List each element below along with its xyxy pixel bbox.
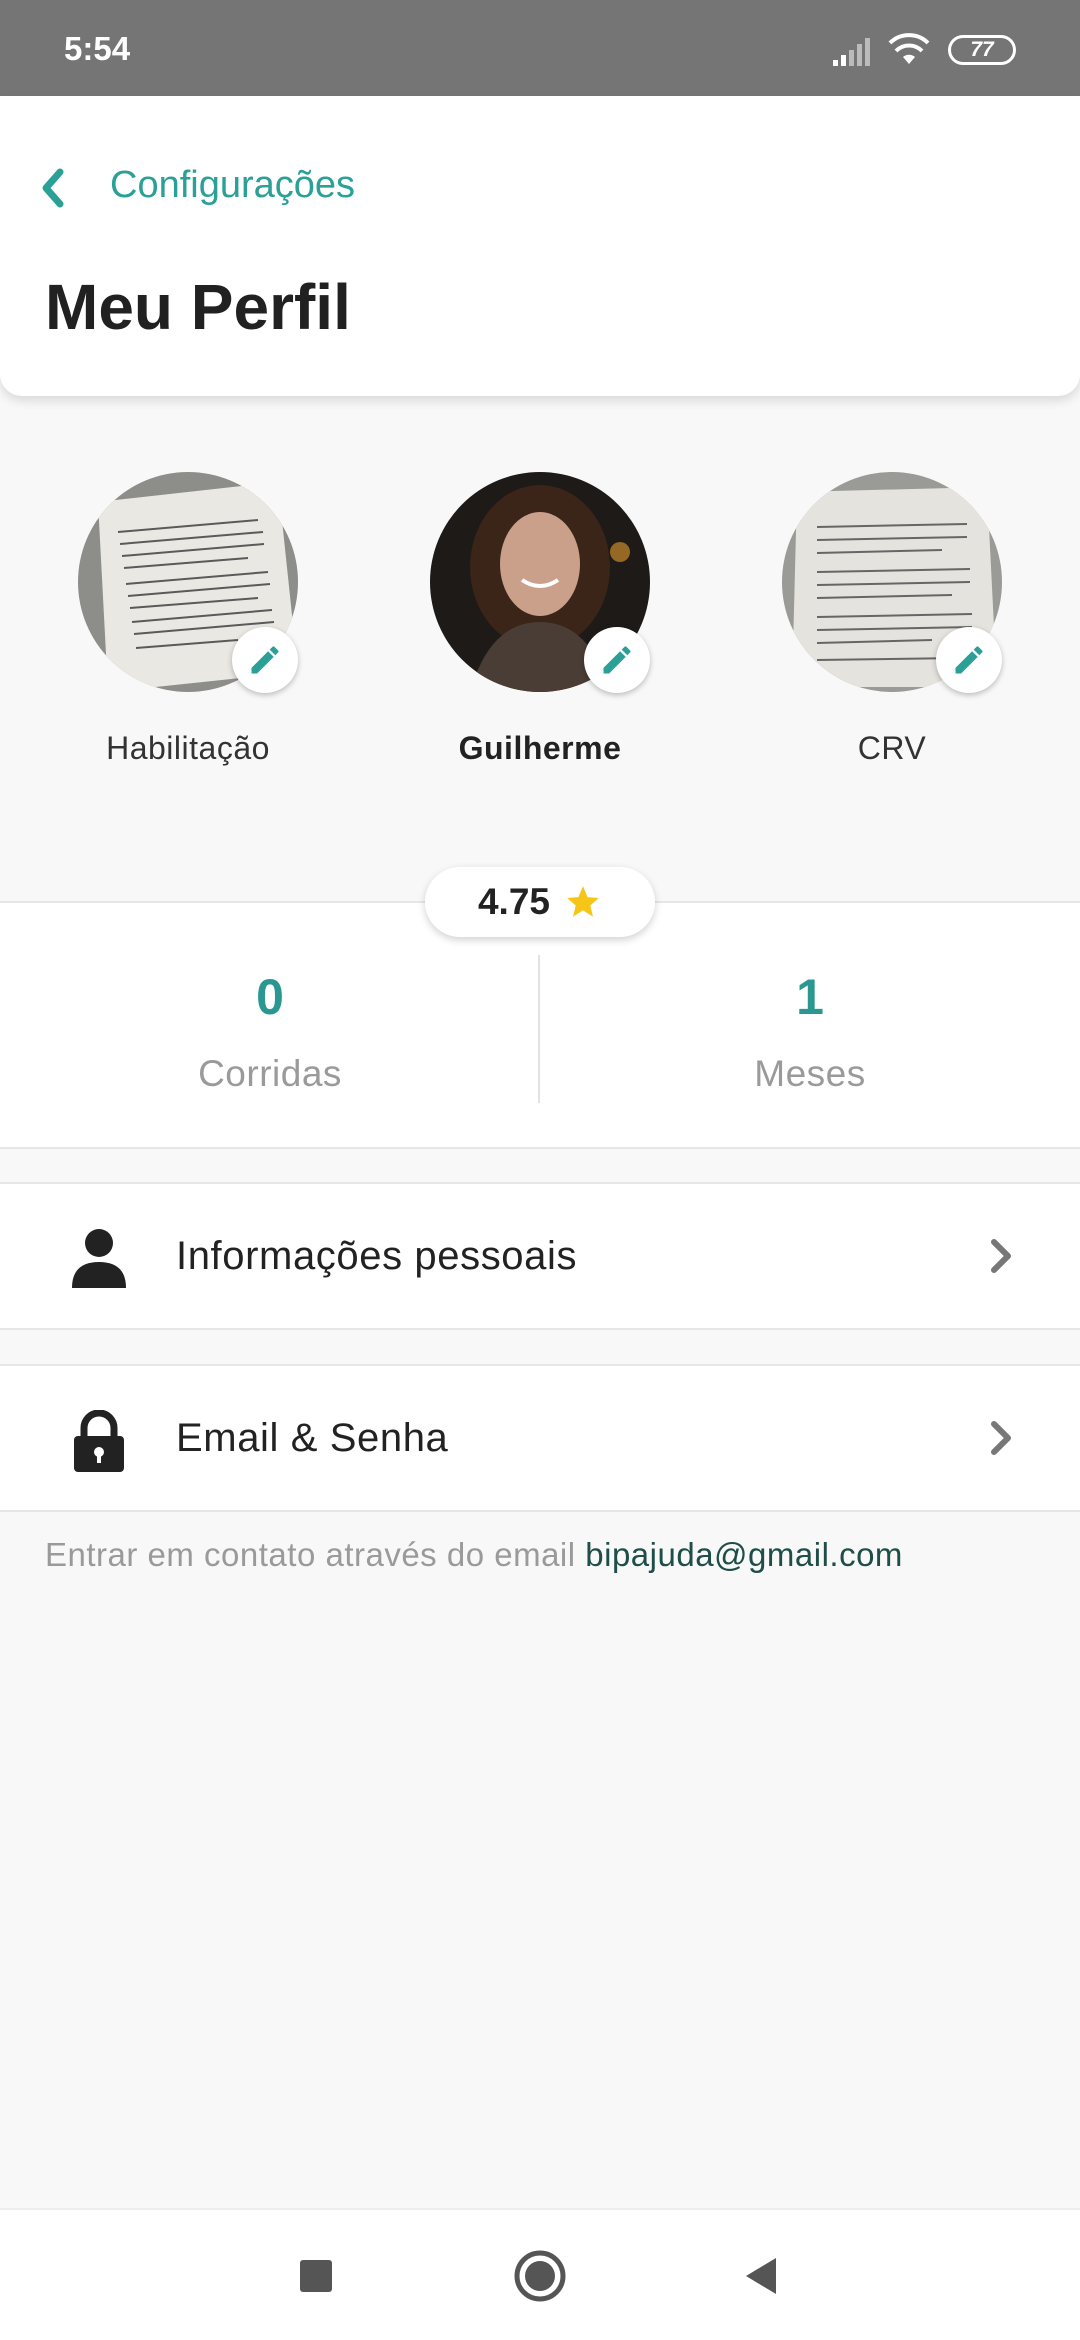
star-icon	[567, 886, 599, 917]
status-bar: 5:54 77	[0, 0, 1080, 96]
back-nav-button[interactable]	[734, 2248, 790, 2304]
recent-apps-button[interactable]	[288, 2248, 344, 2304]
pencil-icon	[251, 646, 279, 674]
edit-crv-button[interactable]	[936, 627, 1002, 693]
contact-info: Entrar em contato através do email bipaj…	[45, 1536, 903, 1574]
person-icon	[72, 1229, 126, 1288]
lock-icon	[74, 1410, 124, 1472]
edit-license-button[interactable]	[232, 627, 298, 693]
rating-value: 4.75	[477, 881, 550, 922]
months-count: 1	[796, 969, 824, 1025]
months-label: Meses	[754, 1053, 866, 1094]
chevron-right-icon	[991, 1421, 1011, 1455]
crv-label: CRV	[857, 730, 927, 766]
home-button[interactable]	[512, 2248, 568, 2304]
battery-indicator: 77	[948, 35, 1016, 65]
wifi-icon	[888, 33, 930, 64]
license-label: Habilitação	[106, 730, 270, 766]
header-card: Configurações Meu Perfil	[0, 96, 1080, 396]
stats-panel: 0 Corridas 1 Meses	[0, 901, 1080, 1149]
status-time: 5:54	[64, 30, 131, 67]
rating-badge: 4.75	[425, 867, 655, 937]
menu-item-label: Informações pessoais	[176, 1234, 578, 1278]
profile-name-label: Guilherme	[458, 730, 622, 766]
navigation-bar	[0, 2208, 1080, 2340]
page-title: Meu Perfil	[45, 271, 351, 343]
edit-profile-photo-button[interactable]	[584, 627, 650, 693]
menu-item-personal-info[interactable]: Informações pessoais	[0, 1182, 1080, 1330]
circle-icon	[514, 2250, 566, 2302]
pencil-icon	[955, 646, 983, 674]
triangle-back-icon	[746, 2258, 776, 2294]
chevron-right-icon	[991, 1239, 1011, 1273]
chevron-left-icon	[42, 168, 64, 208]
menu-item-email-password[interactable]: Email & Senha	[0, 1364, 1080, 1512]
signal-icon	[833, 38, 870, 66]
square-icon	[300, 2260, 332, 2292]
back-link-label[interactable]: Configurações	[110, 164, 355, 207]
rides-label: Corridas	[198, 1053, 342, 1094]
contact-text: Entrar em contato através do email	[45, 1536, 576, 1573]
pencil-icon	[603, 646, 631, 674]
menu-item-label: Email & Senha	[176, 1416, 449, 1460]
rides-count: 0	[256, 969, 284, 1025]
contact-email-link[interactable]: bipajuda@gmail.com	[585, 1536, 903, 1573]
back-button[interactable]	[38, 158, 108, 218]
